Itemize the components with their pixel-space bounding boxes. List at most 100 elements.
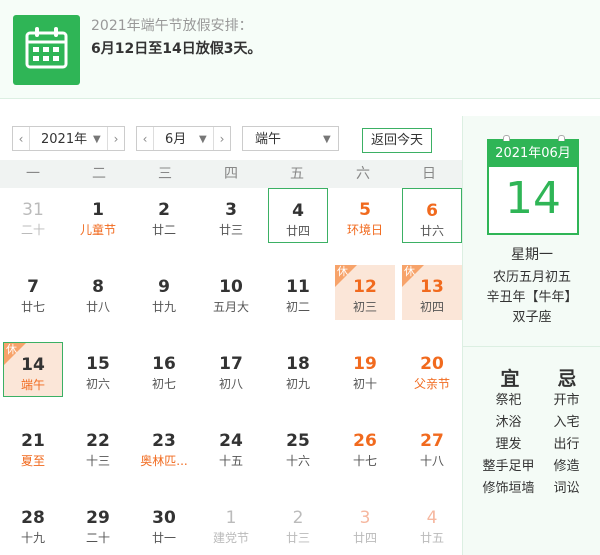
lunar-or-festival-label: 十五: [218, 454, 243, 468]
holiday-value: 端午: [255, 132, 282, 147]
lunar-or-festival-label: 初四: [419, 300, 444, 314]
day-cell[interactable]: 5 环境日: [335, 188, 395, 243]
lunar-or-festival-label: 十九: [20, 531, 45, 545]
weekday-label: 五: [290, 166, 304, 182]
lunar-or-festival-label: 初九: [285, 377, 310, 391]
lunar-or-festival-label: 廿七: [20, 300, 45, 314]
weekday-label: 六: [356, 166, 370, 182]
day-number: 9: [158, 277, 170, 297]
year-selector[interactable]: ‹ 2021年 ▼ ›: [12, 126, 125, 151]
selected-weekday: 星期一: [511, 247, 553, 263]
day-cell[interactable]: 29 二十: [68, 496, 128, 551]
day-cell[interactable]: 21 夏至: [3, 419, 63, 474]
day-cell[interactable]: 3 廿三: [201, 188, 261, 243]
day-number: 29: [86, 508, 110, 528]
day-cell[interactable]: 4 廿四: [268, 188, 328, 243]
lunar-or-festival-label: 五月大: [212, 300, 249, 314]
lunar-or-festival-label: 廿三: [285, 531, 310, 545]
ji-item: 开市: [553, 393, 580, 408]
lunar-or-festival-label: 廿五: [419, 531, 444, 545]
ganzhi-year: 辛丑年【牛年】: [486, 290, 578, 305]
day-cell[interactable]: 7 廿七: [3, 265, 63, 320]
day-number: 1: [92, 200, 104, 220]
lunar-or-festival-label: 廿六: [419, 224, 444, 238]
day-cell[interactable]: 6 廿六: [402, 188, 462, 243]
lunar-date: 农历五月初五: [492, 270, 571, 285]
day-number: 20: [420, 354, 444, 374]
lunar-or-festival-label: 初十: [352, 377, 377, 391]
day-cell[interactable]: 25 十六: [268, 419, 328, 474]
holiday-selector[interactable]: 端午 ▼: [242, 126, 339, 151]
day-cell[interactable]: 30 廿一: [134, 496, 194, 551]
prev-year-button[interactable]: ‹: [13, 127, 30, 150]
day-cell[interactable]: 4 廿五: [402, 496, 462, 551]
day-number: 12: [353, 277, 377, 297]
lunar-or-festival-label: 二十: [20, 223, 45, 237]
day-cell[interactable]: 8 廿八: [68, 265, 128, 320]
day-cell[interactable]: 15 初六: [68, 342, 128, 397]
day-cell[interactable]: 17 初八: [201, 342, 261, 397]
day-cell[interactable]: 24 十五: [201, 419, 261, 474]
day-cell[interactable]: 休 13 初四: [402, 265, 462, 320]
chevron-down-icon: ▼: [93, 134, 101, 145]
divider: [463, 346, 600, 347]
day-cell[interactable]: 20 父亲节: [402, 342, 462, 397]
ji-item: 修造: [553, 459, 580, 474]
next-month-button[interactable]: ›: [213, 127, 230, 150]
day-cell[interactable]: 23 奥林匹...: [134, 419, 194, 474]
lunar-or-festival-label: 环境日: [346, 223, 383, 237]
day-cell[interactable]: 28 十九: [3, 496, 63, 551]
day-number: 10: [219, 277, 243, 297]
weekday-label: 四: [224, 166, 238, 182]
selected-month-label: 2021年06月: [489, 141, 577, 167]
day-cell[interactable]: 27 十八: [402, 419, 462, 474]
weekday-header: 一二三四五六日: [0, 160, 462, 188]
prev-month-button[interactable]: ‹: [137, 127, 154, 150]
day-number: 16: [152, 354, 176, 374]
day-number: 30: [152, 508, 176, 528]
lunar-or-festival-label: 十八: [419, 454, 444, 468]
lunar-or-festival-label: 初六: [85, 377, 110, 391]
day-number: 17: [219, 354, 243, 374]
day-cell[interactable]: 3 廿四: [335, 496, 395, 551]
ji-item: 入宅: [553, 415, 580, 430]
day-cell[interactable]: 9 廿九: [134, 265, 194, 320]
day-cell[interactable]: 26 十七: [335, 419, 395, 474]
day-cell[interactable]: 16 初七: [134, 342, 194, 397]
chevron-down-icon: ▼: [199, 134, 207, 145]
back-to-today-button[interactable]: 返回今天: [362, 128, 432, 153]
month-selector[interactable]: ‹ 6月 ▼ ›: [136, 126, 231, 151]
weekday-label: 一: [26, 166, 40, 182]
lunar-or-festival-label: 十六: [285, 454, 310, 468]
day-cell[interactable]: 1 儿童节: [68, 188, 128, 243]
lunar-or-festival-label: 初七: [151, 377, 176, 391]
day-cell[interactable]: 10 五月大: [201, 265, 261, 320]
day-cell[interactable]: 22 十三: [68, 419, 128, 474]
day-number: 2: [158, 200, 170, 220]
day-number: 4: [292, 201, 304, 221]
day-cell[interactable]: 休 14 端午: [3, 342, 63, 397]
day-number: 8: [92, 277, 104, 297]
day-cell[interactable]: 2 廿三: [268, 496, 328, 551]
zodiac-sign: 双子座: [512, 310, 552, 325]
day-cell[interactable]: 1 建党节: [201, 496, 261, 551]
day-number: 11: [286, 277, 310, 297]
lunar-or-festival-label: 父亲节: [413, 377, 450, 391]
lunar-or-festival-label: 建党节: [212, 531, 249, 545]
day-number: 21: [21, 431, 45, 451]
day-cell[interactable]: 休 12 初三: [335, 265, 395, 320]
lunar-or-festival-label: 初三: [352, 300, 377, 314]
day-number: 1: [225, 508, 237, 528]
day-cell[interactable]: 18 初九: [268, 342, 328, 397]
day-cell[interactable]: 31 二十: [3, 188, 63, 243]
yi-title: 宜: [500, 368, 520, 390]
day-cell[interactable]: 19 初十: [335, 342, 395, 397]
day-number: 28: [21, 508, 45, 528]
weekday-label: 三: [158, 166, 172, 182]
day-number: 31: [22, 200, 44, 220]
day-detail-panel: 2021年06月 14 星期一 农历五月初五 辛丑年【牛年】 双子座 宜 忌 祭…: [462, 116, 600, 555]
next-year-button[interactable]: ›: [107, 127, 124, 150]
day-cell[interactable]: 11 初二: [268, 265, 328, 320]
day-cell[interactable]: 2 廿二: [134, 188, 194, 243]
day-number: 3: [225, 200, 237, 220]
